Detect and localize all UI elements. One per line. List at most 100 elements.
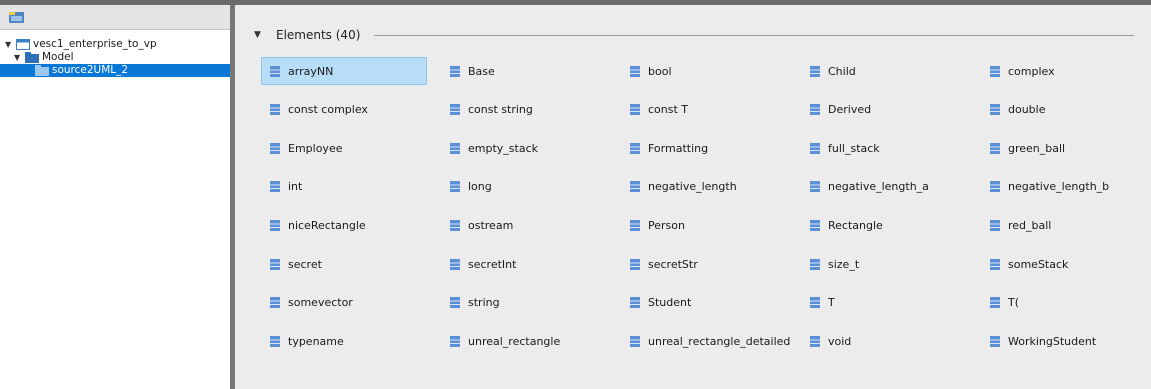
model-tree-panel: ▼ vesc1_enterprise_to_vp ▼ Model source2…: [0, 5, 230, 389]
expand-arrow-icon[interactable]: ▼: [5, 38, 11, 51]
class-icon: [990, 65, 1000, 77]
element-item[interactable]: secret: [261, 250, 427, 278]
element-item[interactable]: unreal_rectangle_detailed: [621, 327, 791, 355]
tree-item-project[interactable]: ▼ vesc1_enterprise_to_vp: [0, 38, 230, 51]
element-label: Base: [468, 64, 495, 78]
element-item[interactable]: full_stack: [801, 134, 967, 162]
element-label: secret: [288, 257, 322, 271]
element-item[interactable]: int: [261, 173, 427, 201]
element-item[interactable]: someStack: [981, 250, 1147, 278]
elements-panel: ▼ Elements (40) arrayNN Base bool Child comp…: [235, 5, 1151, 389]
class-icon: [270, 181, 280, 193]
element-item[interactable]: void: [801, 327, 967, 355]
element-item[interactable]: double: [981, 96, 1147, 124]
class-icon: [450, 297, 460, 309]
element-item[interactable]: negative_length_a: [801, 173, 967, 201]
element-item[interactable]: T: [801, 289, 967, 317]
element-item[interactable]: Derived: [801, 96, 967, 124]
element-item[interactable]: secretInt: [441, 250, 607, 278]
class-icon: [270, 142, 280, 154]
element-label: unreal_rectangle: [468, 334, 561, 348]
class-icon: [810, 219, 820, 231]
element-item[interactable]: Student: [621, 289, 787, 317]
class-icon: [270, 297, 280, 309]
element-item[interactable]: empty_stack: [441, 134, 607, 162]
element-item[interactable]: ostream: [441, 211, 607, 239]
tree-toolbar: [0, 5, 230, 30]
element-item[interactable]: WorkingStudent: [981, 327, 1147, 355]
tree-item-label: vesc1_enterprise_to_vp: [33, 38, 157, 50]
model-tree: ▼ vesc1_enterprise_to_vp ▼ Model source2…: [0, 30, 230, 77]
class-icon: [990, 104, 1000, 116]
class-icon: [810, 65, 820, 77]
folder-icon: [35, 65, 49, 76]
element-item[interactable]: Child: [801, 57, 967, 85]
element-label: string: [468, 296, 500, 310]
section-title: Elements (40): [276, 28, 367, 42]
element-label: void: [828, 334, 852, 348]
element-label: empty_stack: [468, 141, 538, 155]
class-icon: [270, 65, 280, 77]
element-item[interactable]: secretStr: [621, 250, 787, 278]
element-item[interactable]: arrayNN: [261, 57, 427, 85]
element-label: size_t: [828, 257, 860, 271]
element-label: complex: [1008, 64, 1055, 78]
element-item[interactable]: somevector: [261, 289, 427, 317]
class-icon: [990, 181, 1000, 193]
class-icon: [810, 181, 820, 193]
element-item[interactable]: unreal_rectangle: [441, 327, 607, 355]
class-icon: [810, 104, 820, 116]
element-item[interactable]: red_ball: [981, 211, 1147, 239]
expand-arrow-icon[interactable]: ▼: [14, 51, 20, 64]
class-icon: [450, 219, 460, 231]
class-icon: [990, 297, 1000, 309]
element-label: unreal_rectangle_detailed: [648, 334, 791, 348]
element-item[interactable]: long: [441, 173, 607, 201]
element-label: negative_length: [648, 180, 737, 194]
class-icon: [270, 335, 280, 347]
class-icon: [630, 297, 640, 309]
element-label: double: [1008, 103, 1046, 117]
tree-item-label: Model: [42, 51, 74, 63]
element-item[interactable]: negative_length_b: [981, 173, 1147, 201]
element-label: green_ball: [1008, 141, 1066, 155]
element-item[interactable]: Person: [621, 211, 787, 239]
class-icon: [810, 335, 820, 347]
element-item[interactable]: const string: [441, 96, 607, 124]
element-label: WorkingStudent: [1008, 334, 1097, 348]
element-label: someStack: [1008, 257, 1069, 271]
element-label: Person: [648, 218, 685, 232]
element-item[interactable]: green_ball: [981, 134, 1147, 162]
element-item[interactable]: Employee: [261, 134, 427, 162]
element-item[interactable]: Base: [441, 57, 607, 85]
elements-section-header[interactable]: ▼ Elements (40): [254, 28, 1134, 42]
class-icon: [990, 258, 1000, 270]
element-label: Employee: [288, 141, 343, 155]
tree-item-model[interactable]: ▼ Model: [0, 51, 230, 64]
class-icon: [450, 104, 460, 116]
collapse-arrow-icon[interactable]: ▼: [254, 28, 261, 42]
element-label: secretStr: [648, 257, 698, 271]
element-item[interactable]: complex: [981, 57, 1147, 85]
element-item[interactable]: size_t: [801, 250, 967, 278]
tree-item-source2uml[interactable]: source2UML_2: [0, 64, 230, 77]
package-explorer-icon[interactable]: [9, 11, 24, 23]
element-item[interactable]: const T: [621, 96, 787, 124]
element-label: arrayNN: [288, 64, 334, 78]
element-item[interactable]: negative_length: [621, 173, 787, 201]
element-item[interactable]: Rectangle: [801, 211, 967, 239]
element-item[interactable]: Formatting: [621, 134, 787, 162]
element-item[interactable]: string: [441, 289, 607, 317]
class-icon: [450, 335, 460, 347]
element-item[interactable]: const complex: [261, 96, 427, 124]
class-icon: [630, 335, 640, 347]
tree-item-label: source2UML_2: [52, 64, 129, 76]
project-icon: [16, 39, 30, 50]
element-item[interactable]: bool: [621, 57, 787, 85]
element-item[interactable]: typename: [261, 327, 427, 355]
class-icon: [630, 65, 640, 77]
element-label: ostream: [468, 218, 514, 232]
element-item[interactable]: T(: [981, 289, 1147, 317]
element-label: int: [288, 180, 303, 194]
element-item[interactable]: niceRectangle: [261, 211, 427, 239]
